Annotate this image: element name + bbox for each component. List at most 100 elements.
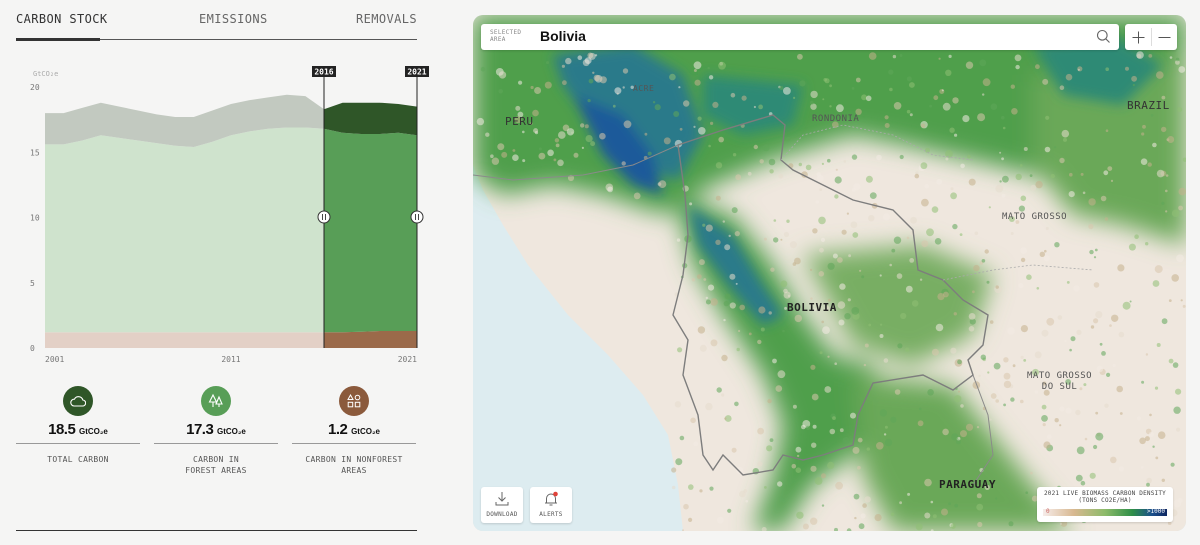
- texture-dot: [958, 390, 960, 393]
- texture-dot: [1109, 324, 1112, 327]
- texture-dot: [995, 497, 998, 500]
- texture-dot: [691, 278, 696, 282]
- texture-dot: [763, 237, 767, 241]
- zoom-controls: [1125, 24, 1177, 50]
- selected-area-search[interactable]: SELECTED AREA Bolivia: [481, 24, 1119, 50]
- texture-dot: [954, 395, 962, 403]
- texture-dot: [1148, 54, 1153, 58]
- texture-dot: [592, 71, 595, 74]
- texture-dot: [1069, 348, 1072, 352]
- texture-dot: [1093, 282, 1100, 288]
- texture-dot: [1029, 174, 1033, 178]
- map-label-peru: PERU: [505, 115, 534, 128]
- texture-dot: [1001, 115, 1005, 120]
- texture-dot: [979, 59, 987, 67]
- texture-dot: [1014, 54, 1022, 62]
- texture-dot: [815, 200, 819, 204]
- texture-dot: [694, 79, 701, 86]
- alerts-button[interactable]: ALERTS: [530, 487, 572, 523]
- texture-dot: [497, 143, 505, 151]
- texture-dot: [972, 290, 975, 294]
- texture-dot: [593, 74, 600, 82]
- texture-dot: [974, 231, 979, 236]
- metric-unit: GtCO₂e: [216, 427, 246, 436]
- texture-dot: [827, 158, 831, 163]
- texture-dot: [1128, 243, 1136, 251]
- texture-dot: [950, 192, 957, 200]
- texture-dot: [792, 404, 797, 409]
- texture-dot: [811, 442, 817, 448]
- texture-dot: [1080, 172, 1084, 176]
- carbon-panel: CARBON STOCK EMISSIONS REMOVALS GtCO₂e 20…: [0, 0, 440, 545]
- tab-removals[interactable]: REMOVALS: [356, 12, 417, 26]
- texture-dot: [599, 76, 607, 84]
- texture-dot: [852, 232, 859, 238]
- texture-dot: [1177, 107, 1183, 112]
- texture-dot: [1042, 423, 1046, 427]
- y-tick-label: 0: [30, 344, 35, 353]
- texture-dot: [476, 117, 485, 126]
- texture-dot: [906, 109, 911, 114]
- texture-dot: [938, 57, 941, 60]
- texture-dot: [1152, 142, 1157, 148]
- range-handle[interactable]: [410, 210, 424, 224]
- texture-dot: [851, 87, 855, 90]
- texture-dot: [1010, 232, 1014, 235]
- texture-dot: [910, 216, 917, 224]
- texture-dot: [810, 297, 813, 300]
- metric-forest-carbon: 17.3 GtCO₂e CARBON IN FOREST AREAS: [154, 386, 278, 486]
- texture-dot: [1110, 179, 1114, 182]
- texture-dot: [708, 144, 711, 148]
- zoom-out-button[interactable]: [1151, 24, 1177, 50]
- texture-dot: [710, 298, 718, 306]
- texture-dot: [1171, 209, 1180, 218]
- texture-dot: [851, 154, 858, 160]
- texture-dot: [671, 485, 676, 490]
- texture-dot: [671, 467, 677, 473]
- texture-dot: [1172, 362, 1179, 368]
- texture-dot: [1035, 64, 1040, 70]
- texture-dot: [621, 161, 626, 166]
- texture-dot: [1066, 281, 1070, 284]
- texture-dot: [573, 152, 579, 158]
- texture-dot: [693, 125, 696, 128]
- search-icon[interactable]: [1096, 29, 1111, 48]
- texture-dot: [962, 115, 970, 123]
- texture-dot: [868, 52, 877, 60]
- texture-dot: [791, 463, 797, 469]
- texture-dot: [900, 312, 907, 320]
- texture-dot: [1035, 180, 1043, 189]
- tab-emissions[interactable]: EMISSIONS: [199, 12, 268, 26]
- texture-dot: [554, 138, 560, 143]
- texture-dot: [612, 104, 616, 108]
- texture-dot: [968, 178, 976, 186]
- map-label-brazil: BRAZIL: [1127, 99, 1170, 112]
- selected-area-value[interactable]: Bolivia: [540, 28, 586, 44]
- tab-carbon-stock[interactable]: CARBON STOCK: [16, 12, 108, 26]
- download-label: DOWNLOAD: [486, 511, 518, 518]
- texture-dot: [1007, 327, 1015, 335]
- texture-dot: [968, 313, 976, 320]
- map-canvas[interactable]: [473, 15, 1186, 531]
- texture-dot: [1023, 147, 1028, 151]
- texture-dot: [853, 493, 860, 500]
- texture-dot: [821, 473, 826, 479]
- texture-dot: [729, 273, 736, 280]
- texture-dot: [753, 144, 758, 150]
- range-handle[interactable]: [317, 210, 331, 224]
- texture-dot: [1112, 363, 1116, 368]
- download-button[interactable]: DOWNLOAD: [481, 487, 523, 523]
- texture-dot: [960, 430, 967, 438]
- texture-dot: [1152, 280, 1160, 287]
- texture-dot: [889, 87, 893, 92]
- zoom-in-button[interactable]: [1125, 24, 1151, 50]
- texture-dot: [652, 101, 656, 104]
- texture-dot: [819, 188, 823, 192]
- texture-dot: [802, 523, 809, 530]
- map-view[interactable]: SELECTED AREA Bolivia PERU ACRE RONDONIA…: [473, 15, 1186, 531]
- texture-dot: [584, 57, 592, 64]
- download-icon: [481, 491, 523, 507]
- texture-dot: [982, 78, 991, 87]
- texture-dot: [1059, 522, 1063, 525]
- texture-dot: [735, 174, 742, 181]
